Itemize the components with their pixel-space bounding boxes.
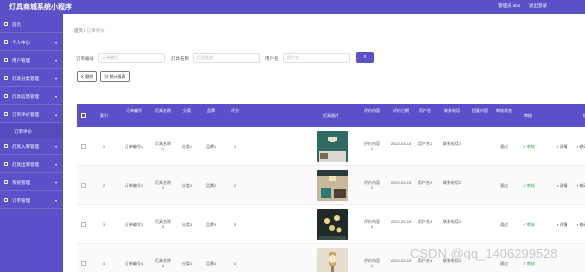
search-button[interactable]: ⌕ xyxy=(356,52,374,63)
audit-button[interactable]: ✓ 审核 xyxy=(523,222,535,228)
users-icon xyxy=(4,58,8,62)
col-image: 灯具图片 xyxy=(323,113,339,118)
lamp-image xyxy=(317,170,348,201)
detail-button[interactable]: ▪ 详情 xyxy=(557,222,568,228)
lamp-image xyxy=(317,131,348,162)
top-bar: 灯具商城系统小程序 管理员 abo 退出登录 xyxy=(0,0,585,14)
box-icon xyxy=(4,144,8,148)
col-lamp-name: 灯具名称 xyxy=(155,108,171,113)
audit-button[interactable]: ✓ 审核 xyxy=(523,183,535,189)
sidebar-item-lamp-info[interactable]: 灯具信息管理 ▾ xyxy=(0,88,63,105)
sidebar-item-lamp-category[interactable]: 灯具分类管理 ▾ xyxy=(0,70,63,87)
breadcrumb: 首页 / 订单评价 xyxy=(74,28,105,33)
col-username: 用户名 xyxy=(419,108,431,113)
order-no-label: 订单编号 xyxy=(76,56,94,61)
sidebar-item-stock-out[interactable]: 灯具出库管理 ▾ xyxy=(0,156,63,173)
sidebar: 首页 个人中心 ▾ 用户管理 ▾ 灯具分类管理 ▾ 灯具信息管理 ▾ 订单评价管理 ▴ 订… xyxy=(0,14,63,272)
detail-button[interactable]: ▪ 详情 xyxy=(557,183,568,189)
chevron-down-icon: ▾ xyxy=(54,162,57,167)
col-phone: 联系电话 xyxy=(444,108,460,113)
folder-icon xyxy=(4,76,8,80)
sidebar-item-users[interactable]: 用户管理 ▾ xyxy=(0,52,63,69)
lamp-image xyxy=(317,248,348,272)
breadcrumb-current: 订单评价 xyxy=(86,28,105,33)
truck-icon xyxy=(4,162,8,166)
edit-button[interactable]: ▪ 修改 xyxy=(577,144,585,150)
col-status: 审核状态 xyxy=(496,108,512,113)
chevron-down-icon: ▾ xyxy=(54,180,57,185)
col-date: 评价日期 xyxy=(393,108,409,113)
user-info: 管理员 abo xyxy=(498,3,521,8)
chevron-up-icon: ▴ xyxy=(54,112,57,117)
order-no-input[interactable]: 订单编号 xyxy=(98,53,165,63)
row-checkbox[interactable] xyxy=(81,222,86,227)
col-order-no: 订单编号 xyxy=(126,108,142,113)
sidebar-item-stock-in[interactable]: 灯具入库管理 ▾ xyxy=(0,138,63,155)
table-row[interactable]: 3 订单编号3 灯具名称3 分类3 品牌3 3 评价内容3 2022-03-15… xyxy=(77,205,585,244)
sidebar-item-order-review[interactable]: 订单评价管理 ▴ xyxy=(0,106,63,123)
sidebar-subitem-order-review[interactable]: 订单评价 xyxy=(0,124,63,138)
col-brand: 品牌 xyxy=(207,108,215,113)
username-input[interactable]: 用户名 xyxy=(283,53,350,63)
chevron-down-icon: ▾ xyxy=(54,198,57,203)
gear-icon xyxy=(4,180,8,184)
col-score: 评分 xyxy=(231,108,239,113)
chevron-down-icon: ▾ xyxy=(54,40,57,45)
lamp-icon xyxy=(4,94,8,98)
audit-button[interactable]: ✓ 审核 xyxy=(523,261,535,267)
order-icon xyxy=(4,198,8,202)
detail-button[interactable]: ▪ 详情 xyxy=(557,144,568,150)
app-title: 灯具商城系统小程序 xyxy=(9,4,72,11)
chevron-down-icon: ▾ xyxy=(54,144,57,149)
chevron-down-icon: ▾ xyxy=(54,94,57,99)
lamp-image xyxy=(317,209,348,240)
audit-button[interactable]: ✓ 审核 xyxy=(523,144,535,150)
col-reply: 回复内容 xyxy=(472,108,488,113)
watermark: CSDN @qq_1406299528 xyxy=(410,246,558,261)
chevron-down-icon: ▾ xyxy=(54,76,57,81)
edit-button[interactable]: ▪ 修改 xyxy=(577,222,585,228)
col-audit: 审核 xyxy=(524,113,532,118)
row-checkbox[interactable] xyxy=(81,144,86,149)
sidebar-item-system[interactable]: 系统管理 ▾ xyxy=(0,174,63,191)
lamp-name-input[interactable]: 灯具名称 xyxy=(193,53,260,63)
report-button[interactable]: ▦ 统计报表 xyxy=(100,71,130,82)
comment-icon xyxy=(4,112,8,116)
select-all-checkbox[interactable] xyxy=(81,113,86,118)
edit-button[interactable]: ▪ 修改 xyxy=(577,183,585,189)
row-checkbox[interactable] xyxy=(81,261,86,266)
breadcrumb-home[interactable]: 首页 xyxy=(74,28,83,33)
home-icon xyxy=(4,22,8,26)
table-row[interactable]: 1 订单编号1 灯具名称1 分类1 品牌1 1 评价内容1 2022-03-15… xyxy=(77,127,585,166)
table-row[interactable]: 2 订单编号2 灯具名称2 分类2 品牌2 2 评价内容2 2022-03-15… xyxy=(77,166,585,205)
lamp-name-label: 灯具名称 xyxy=(171,56,189,61)
user-icon xyxy=(4,40,8,44)
table-header: 索引 订单编号 灯具名称 分类 品牌 评分 灯具图片 评价内容 评价日期 用户名… xyxy=(77,104,585,127)
sidebar-item-profile[interactable]: 个人中心 ▾ xyxy=(0,34,63,51)
sidebar-item-orders[interactable]: 订单管理 ▾ xyxy=(0,192,63,209)
col-category: 分类 xyxy=(183,108,191,113)
col-operations: 操作 xyxy=(577,113,585,118)
username-label: 用户名 xyxy=(265,56,279,61)
delete-button[interactable]: ✕ 删除 xyxy=(77,71,97,82)
chevron-down-icon: ▾ xyxy=(54,58,57,63)
logout-link[interactable]: 退出登录 xyxy=(529,3,547,9)
main-content: 首页 / 订单评价 订单编号 订单编号 灯具名称 灯具名称 用户名 用户名 ⌕ … xyxy=(63,14,585,272)
col-content: 评价内容 xyxy=(364,108,380,113)
search-icon: ⌕ xyxy=(363,54,367,60)
sidebar-item-home[interactable]: 首页 xyxy=(0,16,63,33)
row-checkbox[interactable] xyxy=(81,183,86,188)
col-index: 索引 xyxy=(100,113,108,118)
